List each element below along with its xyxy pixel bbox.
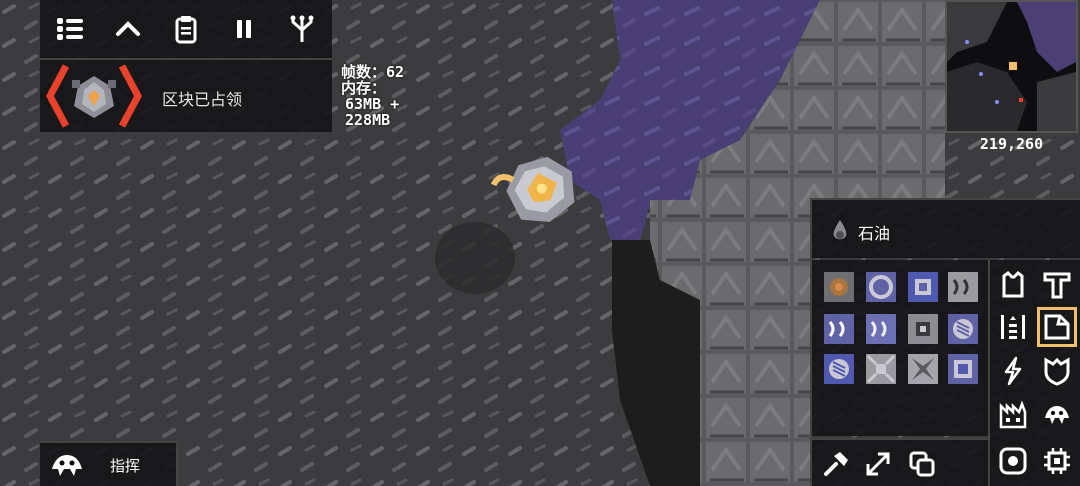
menu-icon[interactable] bbox=[48, 8, 92, 50]
command-label: 指挥 bbox=[110, 457, 141, 475]
performance-stats: 帧数：62 内存： 63MB + 228MB bbox=[341, 64, 404, 128]
router-block[interactable] bbox=[866, 354, 896, 384]
effect-icon[interactable] bbox=[994, 442, 1032, 480]
bridge-block[interactable] bbox=[948, 314, 978, 344]
units-icon[interactable] bbox=[1038, 396, 1076, 434]
plastanium-ring-block[interactable] bbox=[866, 272, 896, 302]
expand-icon[interactable] bbox=[860, 446, 896, 482]
command-button[interactable]: 指挥 bbox=[40, 441, 178, 486]
bridge-conduit-block[interactable] bbox=[824, 354, 854, 384]
junction-block[interactable] bbox=[908, 314, 938, 344]
scrap-block[interactable] bbox=[824, 272, 854, 302]
production-icon[interactable] bbox=[994, 308, 1032, 346]
core-status-label: 区块已占领 bbox=[162, 90, 243, 109]
category-bar bbox=[988, 260, 1080, 486]
turret-icon[interactable] bbox=[994, 266, 1032, 304]
minimap[interactable] bbox=[945, 0, 1078, 133]
copy-icon[interactable] bbox=[904, 446, 940, 482]
distributor-block[interactable] bbox=[908, 354, 938, 384]
coordinates-readout: 219,260 bbox=[979, 135, 1044, 153]
player-marker bbox=[1009, 62, 1017, 70]
memory-label: 内存： bbox=[341, 79, 387, 97]
defense-icon[interactable] bbox=[1038, 352, 1076, 390]
plastanium-node-block[interactable] bbox=[908, 272, 938, 302]
top-toolbar bbox=[40, 0, 332, 60]
build-tools-bar bbox=[810, 438, 988, 486]
block-grid bbox=[810, 260, 988, 436]
liquid-icon[interactable] bbox=[1037, 307, 1077, 347]
pause-icon[interactable] bbox=[222, 8, 266, 50]
logic-icon[interactable] bbox=[1038, 442, 1076, 480]
hammer-icon[interactable] bbox=[818, 446, 854, 482]
sorter-block[interactable] bbox=[948, 354, 978, 384]
core-icon[interactable] bbox=[44, 62, 144, 130]
chevron-up-icon[interactable] bbox=[106, 8, 150, 50]
clipboard-icon[interactable] bbox=[164, 8, 208, 50]
selected-item-header: 石油 bbox=[810, 198, 1080, 258]
distribution-icon[interactable] bbox=[1038, 266, 1076, 304]
memory-value-1: 63MB + bbox=[345, 95, 400, 113]
units-icon bbox=[52, 455, 82, 476]
tech-tree-icon[interactable] bbox=[280, 8, 324, 50]
oil-drop-icon bbox=[833, 220, 847, 240]
armored-conveyor-block[interactable] bbox=[824, 314, 854, 344]
core-status-panel: 区块已占领 bbox=[40, 60, 332, 132]
titanium-conveyor-block[interactable] bbox=[948, 272, 978, 302]
fps-text: 帧数：62 bbox=[341, 63, 405, 81]
plastanium-conveyor-block[interactable] bbox=[866, 314, 896, 344]
power-icon[interactable] bbox=[994, 352, 1032, 390]
memory-value-2: 228MB bbox=[345, 111, 391, 129]
crafting-icon[interactable] bbox=[994, 396, 1032, 434]
selected-item-label: 石油 bbox=[858, 224, 891, 243]
